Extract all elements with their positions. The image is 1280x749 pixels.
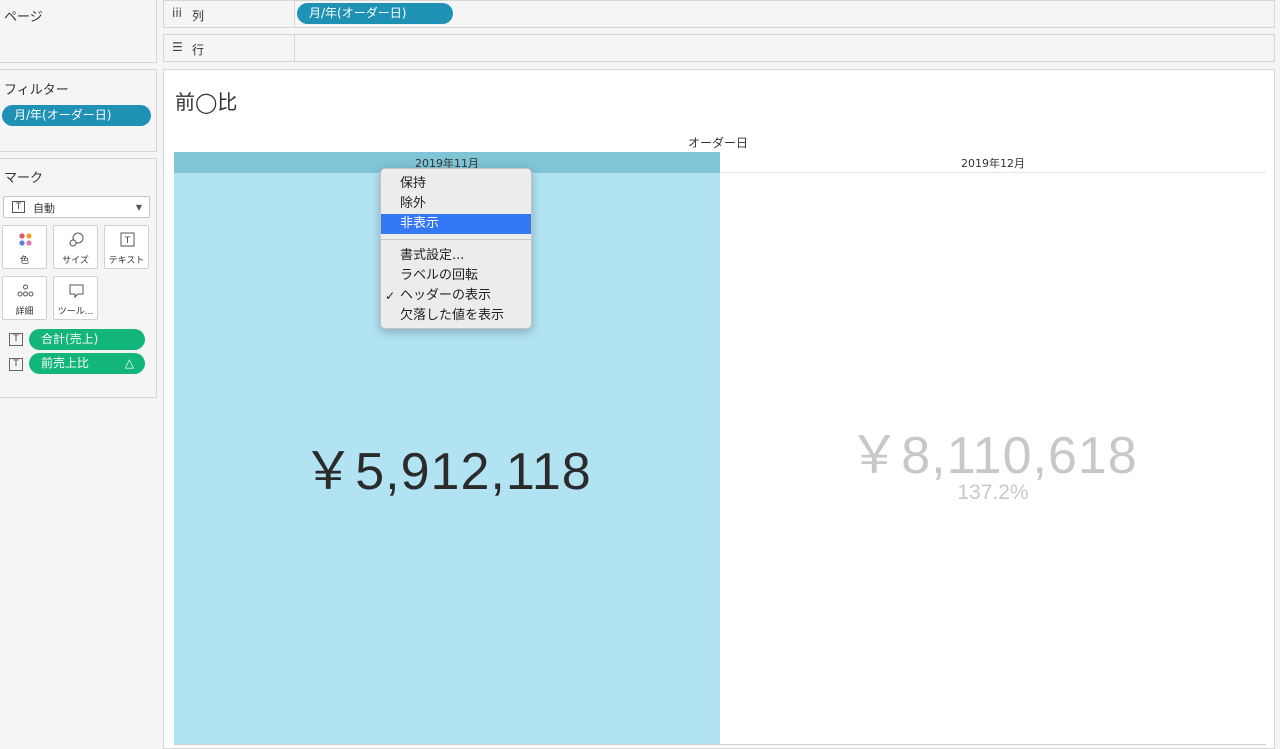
text-icon: T — [105, 232, 148, 248]
prev-ratio-value: 137.2% — [957, 481, 1029, 504]
rows-shelf-label: ☰ 行 — [164, 35, 295, 61]
size-button[interactable]: サイズ — [53, 225, 98, 269]
sales-value: ￥5,912,118 — [302, 443, 592, 501]
menu-item-format[interactable]: 書式設定... — [381, 246, 531, 266]
detail-button[interactable]: 詳細 — [2, 276, 47, 320]
marks-card[interactable]: マーク T 自動 ▼ 色 サイズ T テキスト 詳細 ツール... T 合計(売… — [0, 158, 157, 398]
detail-button-label: 詳細 — [15, 307, 34, 317]
table-calc-delta-icon: △ — [124, 356, 134, 370]
column-axis-title: オーダー日 — [688, 136, 749, 150]
sheet-title: 前◯比 — [175, 90, 238, 114]
dropdown-arrow-icon: ▼ — [135, 203, 143, 212]
field-pill-label: 合計(売上) — [41, 332, 99, 346]
pages-title: ページ — [4, 10, 43, 25]
menu-item-show-header-label: ヘッダーの表示 — [400, 288, 492, 303]
tooltip-button[interactable]: ツール... — [53, 276, 98, 320]
mark-type-label: 自動 — [33, 202, 55, 215]
color-button[interactable]: 色 — [2, 225, 47, 269]
text-button-label: テキスト — [108, 256, 145, 266]
field-pill-sum-sales[interactable]: 合計(売上) — [29, 329, 145, 350]
tooltip-icon — [54, 283, 97, 299]
svg-text:T: T — [124, 236, 131, 246]
columns-shelf[interactable]: iii 列 月/年(オーダー日) — [163, 0, 1275, 28]
menu-separator — [381, 239, 531, 240]
pages-card[interactable]: ページ — [0, 0, 157, 63]
menu-item-keep-only[interactable]: 保持 — [381, 174, 531, 194]
marks-title: マーク — [4, 171, 44, 186]
data-cell-2019-12[interactable]: ￥8,110,618 137.2% — [720, 173, 1266, 744]
size-button-label: サイズ — [62, 256, 89, 266]
color-dots-icon — [3, 232, 46, 248]
text-mark-icon: T — [12, 201, 25, 213]
text-button[interactable]: T テキスト — [104, 225, 149, 269]
menu-item-exclude[interactable]: 除外 — [381, 194, 531, 214]
text-encoding-icon: T — [9, 358, 23, 371]
filters-title: フィルター — [4, 83, 69, 98]
tooltip-button-label: ツール... — [57, 307, 94, 317]
menu-item-show-header[interactable]: ✓ ヘッダーの表示 — [381, 286, 531, 306]
rows-label: 行 — [192, 43, 205, 57]
view-divider — [174, 744, 1266, 745]
menu-item-rotate-label[interactable]: ラベルの回転 — [381, 266, 531, 286]
window-right-edge — [1275, 0, 1280, 749]
column-header-label: 2019年12月 — [961, 157, 1025, 170]
rows-shelf[interactable]: ☰ 行 — [163, 34, 1275, 62]
columns-shelf-label: iii 列 — [164, 1, 295, 27]
field-pill-prev-sales-ratio[interactable]: 前売上比 △ — [29, 353, 145, 374]
columns-label: 列 — [192, 9, 205, 23]
filters-card[interactable]: フィルター 月/年(オーダー日) — [0, 69, 157, 152]
columns-pill-month-year[interactable]: 月/年(オーダー日) — [297, 3, 453, 24]
text-encoding-icon: T — [9, 333, 23, 346]
color-button-label: 色 — [19, 256, 29, 266]
checkmark-icon: ✓ — [385, 289, 396, 303]
column-header-2019-12[interactable]: 2019年12月 — [720, 152, 1266, 173]
worksheet-view[interactable]: 前◯比 オーダー日 2019年11月 2019年12月 ￥5,912,118 ￥… — [163, 69, 1275, 749]
field-pill-label: 前売上比 — [41, 356, 90, 370]
mark-type-dropdown[interactable]: T 自動 ▼ — [3, 196, 150, 218]
header-context-menu[interactable]: 保持 除外 非表示 書式設定... ラベルの回転 ✓ ヘッダーの表示 欠落した値… — [380, 168, 532, 329]
menu-item-show-missing-values[interactable]: 欠落した値を表示 — [381, 306, 531, 326]
detail-icon — [3, 283, 46, 299]
rows-icon: ☰ — [172, 40, 183, 54]
columns-icon: iii — [172, 6, 183, 20]
filter-pill-month-year[interactable]: 月/年(オーダー日) — [2, 105, 151, 126]
sales-value: ￥8,110,618 — [848, 427, 1138, 485]
size-icon — [54, 232, 97, 248]
menu-item-hide[interactable]: 非表示 — [381, 214, 531, 234]
